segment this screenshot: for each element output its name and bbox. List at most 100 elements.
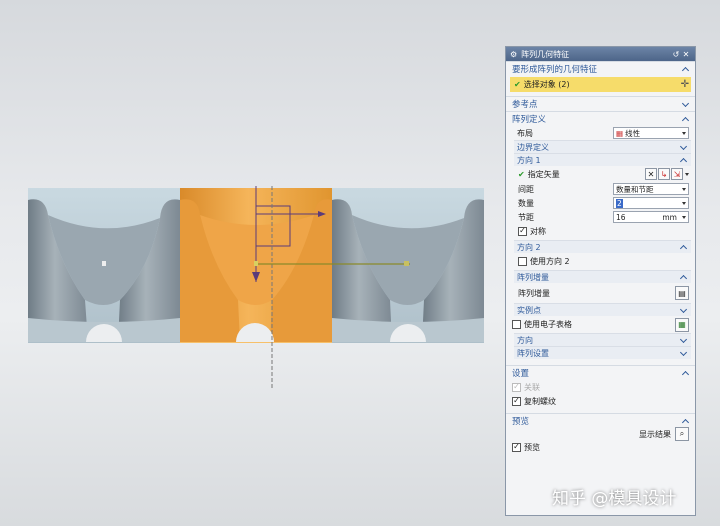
layout-label: 布局 bbox=[517, 128, 533, 138]
chevron-down-icon[interactable] bbox=[679, 349, 688, 358]
section-preview[interactable]: 预览 bbox=[506, 413, 695, 428]
check-icon: ✔ bbox=[514, 80, 521, 89]
reverse-direction-icon[interactable]: ✕ bbox=[645, 168, 657, 180]
section-pattern-def-label: 阵列定义 bbox=[512, 115, 547, 125]
section-geometry[interactable]: 要形成阵列的几何特征 bbox=[506, 61, 695, 76]
symmetric-label: 对称 bbox=[530, 226, 546, 236]
chevron-down-icon[interactable] bbox=[681, 100, 690, 109]
pitch-row: 节距 16 mm bbox=[506, 210, 695, 224]
spacing-select[interactable]: 数量和节距 bbox=[613, 183, 689, 195]
graphics-viewport[interactable] bbox=[0, 0, 505, 526]
spreadsheet-icon[interactable]: ▦ bbox=[675, 317, 689, 332]
dropdown-arrow-icon[interactable] bbox=[685, 172, 689, 176]
preview-section-label: 预览 bbox=[512, 417, 530, 427]
spacing-value: 数量和节距 bbox=[616, 184, 654, 194]
preview-label: 预览 bbox=[524, 442, 540, 452]
increment-label: 阵列增量 bbox=[517, 272, 549, 282]
section-reference-point[interactable]: 参考点 bbox=[506, 96, 695, 111]
subsection-orientation[interactable]: 方向 bbox=[514, 333, 691, 346]
pitch-label: 节距 bbox=[518, 212, 534, 222]
preview-row: ✓ 预览 bbox=[506, 440, 695, 454]
pattern-body-left[interactable] bbox=[28, 188, 180, 343]
section-pattern-definition[interactable]: 阵列定义 bbox=[506, 111, 695, 126]
watermark: 知乎 @模具设计 bbox=[552, 489, 677, 509]
close-icon[interactable]: ✕ bbox=[681, 50, 691, 59]
instance-point-label: 实例点 bbox=[517, 305, 541, 315]
show-result-row: 显示结果 ⌕ bbox=[506, 427, 695, 441]
layout-select[interactable]: ▦ 线性 bbox=[613, 127, 689, 139]
select-objects-row[interactable]: ✔ 选择对象 (2) ✛ bbox=[510, 77, 691, 92]
symmetric-row: ✓ 对称 bbox=[506, 224, 695, 238]
chevron-up-icon[interactable] bbox=[681, 417, 690, 426]
spacing-row: 间距 数量和节距 bbox=[506, 182, 695, 196]
vector-label: 指定矢量 bbox=[527, 169, 560, 179]
increment-row-label: 阵列增量 bbox=[518, 288, 550, 298]
subsection-instance-point[interactable]: 实例点 bbox=[514, 303, 691, 316]
direction-2-label: 方向 2 bbox=[517, 242, 541, 252]
layout-row: 布局 ▦ 线性 bbox=[506, 126, 695, 140]
dialog-title: 阵列几何特征 bbox=[521, 49, 570, 59]
section-geometry-label: 要形成阵列的几何特征 bbox=[512, 65, 598, 75]
increment-table-icon[interactable]: ▤ bbox=[675, 286, 689, 300]
dropdown-arrow-icon bbox=[682, 187, 686, 191]
use-spreadsheet-checkbox[interactable] bbox=[512, 320, 521, 329]
chevron-down-icon[interactable] bbox=[679, 306, 688, 315]
symmetric-checkbox[interactable]: ✓ bbox=[518, 226, 527, 236]
pattern-increment-row: 阵列增量 ▤ bbox=[506, 283, 695, 303]
vector-dialog-icon[interactable]: ⇲ bbox=[671, 168, 683, 180]
dropdown-arrow-icon bbox=[682, 131, 686, 135]
layout-value: 线性 bbox=[625, 128, 641, 138]
spacing-label: 间距 bbox=[518, 184, 534, 194]
copy-threads-label: 复制螺纹 bbox=[524, 396, 556, 406]
use-direction-2-label: 使用方向 2 bbox=[530, 257, 570, 266]
associative-row: ✓ 关联 bbox=[506, 380, 695, 394]
subsection-boundary[interactable]: 边界定义 bbox=[514, 140, 691, 153]
preview-checkbox[interactable]: ✓ bbox=[512, 442, 521, 452]
chevron-up-icon[interactable] bbox=[679, 273, 688, 282]
gear-icon[interactable]: ⚙ bbox=[510, 50, 517, 59]
boundary-label: 边界定义 bbox=[517, 142, 549, 152]
grid-icon: ▦ bbox=[616, 128, 624, 138]
dropdown-arrow-icon bbox=[682, 201, 686, 205]
pattern-settings-label: 阵列设置 bbox=[517, 348, 549, 358]
subsection-direction-2[interactable]: 方向 2 bbox=[514, 240, 691, 253]
count-input[interactable]: 2 bbox=[613, 197, 689, 209]
pitch-unit: mm bbox=[662, 212, 677, 222]
section-reference-label: 参考点 bbox=[512, 100, 538, 110]
chevron-up-icon[interactable] bbox=[679, 156, 688, 165]
copy-threads-checkbox[interactable]: ✓ bbox=[512, 396, 521, 406]
pitch-input[interactable]: 16 mm bbox=[613, 211, 689, 223]
reset-icon[interactable]: ↺ bbox=[671, 50, 681, 59]
associative-label: 关联 bbox=[524, 382, 540, 392]
select-objects-label: 选择对象 (2) bbox=[523, 80, 570, 89]
section-settings[interactable]: 设置 bbox=[506, 365, 695, 380]
chevron-up-icon[interactable] bbox=[681, 115, 690, 124]
orientation-label: 方向 bbox=[517, 335, 533, 345]
chevron-down-icon[interactable] bbox=[679, 143, 688, 152]
specify-vector-row: ✔ 指定矢量 ✕ ↳ ⇲ bbox=[506, 166, 695, 182]
spreadsheet-label: 使用电子表格 bbox=[524, 320, 572, 329]
subsection-pattern-settings[interactable]: 阵列设置 bbox=[514, 346, 691, 359]
chevron-up-icon[interactable] bbox=[681, 65, 690, 74]
pattern-geometry-dialog: ⚙ 阵列几何特征 ↺ ✕ 要形成阵列的几何特征 ✔ 选择对象 (2) ✛ 参考点… bbox=[505, 46, 696, 516]
subsection-pattern-increment[interactable]: 阵列增量 bbox=[514, 270, 691, 283]
use-direction-2-checkbox[interactable] bbox=[518, 257, 527, 266]
crosshair-icon[interactable]: ✛ bbox=[681, 79, 689, 90]
check-icon: ✔ bbox=[518, 169, 525, 179]
vector-axis-icon[interactable]: ↳ bbox=[658, 168, 670, 180]
associative-checkbox: ✓ bbox=[512, 382, 521, 392]
copy-threads-row: ✓ 复制螺纹 bbox=[506, 394, 695, 408]
chevron-up-icon[interactable] bbox=[681, 369, 690, 378]
chevron-down-icon[interactable] bbox=[679, 336, 688, 345]
count-row: 数量 2 bbox=[506, 196, 695, 210]
dropdown-arrow-icon bbox=[682, 215, 686, 219]
use-spreadsheet-row: 使用电子表格 ▦ bbox=[506, 316, 695, 333]
show-result-label: 显示结果 bbox=[639, 429, 671, 439]
dialog-titlebar: ⚙ 阵列几何特征 ↺ ✕ bbox=[506, 47, 695, 61]
settings-label: 设置 bbox=[512, 369, 530, 379]
count-value: 2 bbox=[616, 198, 623, 208]
chevron-up-icon[interactable] bbox=[679, 243, 688, 252]
subsection-direction-1[interactable]: 方向 1 bbox=[514, 153, 691, 166]
magnifier-icon[interactable]: ⌕ bbox=[675, 427, 689, 441]
pitch-value: 16 bbox=[616, 212, 626, 222]
